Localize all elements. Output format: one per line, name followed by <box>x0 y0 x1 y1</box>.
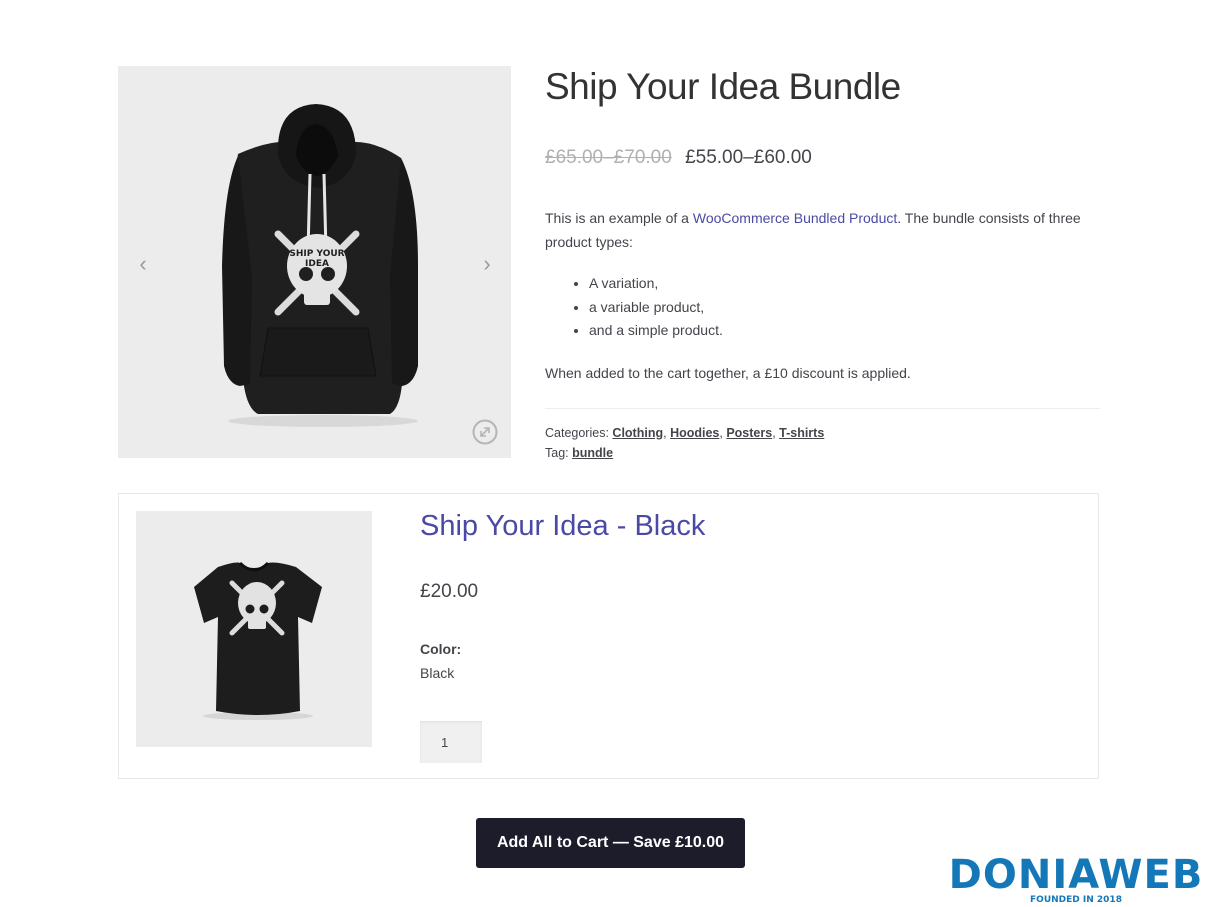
color-attribute-label: Color: <box>420 641 462 657</box>
regular-price: £65.00–£70.00 <box>545 147 672 168</box>
bundled-product-link[interactable]: WooCommerce Bundled Product <box>693 210 897 226</box>
tag-row: Tag: bundle <box>545 443 824 463</box>
product-meta: Categories: Clothing, Hoodies, Posters, … <box>545 423 824 463</box>
gallery-prev-arrow-icon[interactable]: ‹ <box>133 251 153 276</box>
logo-brand: DONIAWEB <box>949 852 1204 898</box>
category-link-tshirts[interactable]: T-shirts <box>779 426 824 440</box>
color-attribute-value: Black <box>420 665 455 681</box>
add-all-to-cart-button[interactable]: Add All to Cart — Save £10.00 <box>476 818 745 868</box>
bundled-item-title[interactable]: Ship Your Idea - Black <box>420 510 705 543</box>
hoodie-image: SHIP YOUR IDEA <box>222 104 418 427</box>
bundled-item-image-wrap[interactable] <box>136 511 372 747</box>
categories-row: Categories: Clothing, Hoodies, Posters, … <box>545 426 825 440</box>
tag-label: Tag: <box>545 446 569 460</box>
list-item: A variation, <box>589 272 1085 296</box>
list-item: a variable product, <box>589 296 1085 320</box>
divider <box>545 408 1100 409</box>
product-types-list: A variation, a variable product, and a s… <box>545 272 1085 343</box>
sale-price: £55.00–£60.00 <box>685 147 812 168</box>
product-title: Ship Your Idea Bundle <box>545 66 901 107</box>
bundled-item-price: £20.00 <box>420 581 479 602</box>
category-link-posters[interactable]: Posters <box>726 426 772 440</box>
product-price: £65.00–£70.00 £55.00–£60.00 <box>545 147 812 169</box>
tshirt-image[interactable] <box>136 511 372 747</box>
gallery-next-arrow-icon[interactable]: › <box>477 251 497 276</box>
hoodie-print-line1: SHIP YOUR <box>289 249 344 259</box>
description-outro: When added to the cart together, a £10 d… <box>545 364 911 381</box>
product-gallery: SHIP YOUR IDEA <box>118 66 511 458</box>
hoodie-print-line2: IDEA <box>305 259 329 269</box>
category-link-clothing[interactable]: Clothing <box>612 426 663 440</box>
logo-tagline: FOUNDED IN 2018 <box>1030 895 1122 905</box>
description-intro: This is an example of a WooCommerce Bund… <box>545 210 1081 250</box>
product-description: This is an example of a WooCommerce Bund… <box>545 206 1085 385</box>
categories-label: Categories: <box>545 426 609 440</box>
list-item: and a simple product. <box>589 319 1085 343</box>
zoom-icon[interactable] <box>472 419 498 445</box>
quantity-input[interactable] <box>420 721 482 763</box>
tag-link[interactable]: bundle <box>572 446 613 460</box>
category-link-hoodies[interactable]: Hoodies <box>670 426 719 440</box>
doniaweb-logo: DONIAWEB FOUNDED IN 2018 <box>949 852 1204 905</box>
